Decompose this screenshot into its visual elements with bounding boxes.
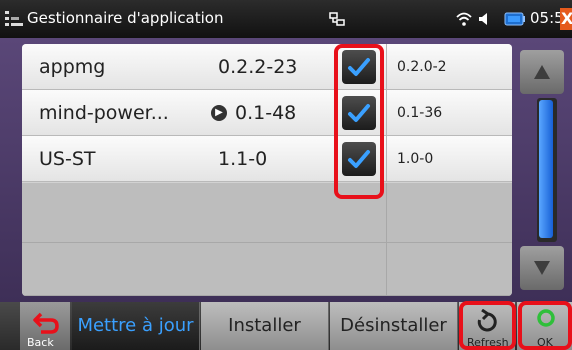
network-icon	[329, 12, 345, 26]
select-checkbox[interactable]	[342, 96, 376, 130]
window-title: Gestionnaire d'application	[27, 9, 224, 27]
details-arrow-icon[interactable]: ▶	[211, 105, 227, 121]
available-version: 0.2.0-2	[397, 59, 447, 75]
column-divider	[386, 44, 387, 90]
triangle-down-icon	[534, 261, 550, 275]
checkmark-icon	[348, 150, 370, 168]
battery-icon	[504, 12, 525, 26]
scroll-down-button[interactable]	[520, 246, 564, 290]
column-divider	[386, 243, 387, 295]
checkmark-icon	[348, 104, 370, 122]
installed-version: 1.1-0	[218, 148, 268, 170]
back-arrow-icon	[33, 312, 59, 334]
refresh-icon	[477, 309, 497, 332]
package-row[interactable]: US-ST 1.1-0 1.0-0	[22, 136, 512, 182]
package-name: US-ST	[39, 148, 96, 170]
tab-mettre-a-jour[interactable]: Mettre à jour	[72, 302, 200, 350]
triangle-up-icon	[534, 65, 550, 79]
refresh-button[interactable]: Refresh	[459, 302, 515, 350]
ok-button[interactable]: OK	[517, 302, 572, 350]
installed-version: 0.2.2-23	[218, 56, 298, 78]
checkmark-icon	[348, 58, 370, 76]
empty-row	[22, 243, 512, 296]
volume-icon	[479, 13, 487, 25]
scrollbar-thumb[interactable]	[539, 100, 553, 238]
close-icon[interactable]: X	[560, 8, 572, 30]
ok-circle-icon	[537, 309, 555, 327]
package-row[interactable]: mind-power... ▶ 0.1-48 0.1-36	[22, 90, 512, 136]
package-row[interactable]: appmg 0.2.2-23 0.2.0-2	[22, 44, 512, 90]
column-divider	[386, 136, 387, 182]
available-version: 1.0-0	[397, 151, 434, 167]
package-name: mind-power...	[39, 102, 169, 124]
empty-row	[22, 183, 512, 243]
select-checkbox[interactable]	[342, 50, 376, 84]
column-divider	[386, 90, 387, 136]
scroll-up-button[interactable]	[520, 50, 564, 94]
ok-label: OK	[537, 336, 553, 349]
back-label: Back	[27, 336, 54, 349]
status-bar: Gestionnaire d'application 05:53 X	[0, 0, 572, 38]
column-divider	[386, 183, 387, 242]
refresh-label: Refresh	[467, 336, 509, 349]
installed-version: 0.1-48	[235, 102, 297, 124]
tab-installer[interactable]: Installer	[201, 302, 329, 350]
select-checkbox[interactable]	[342, 142, 376, 176]
back-button[interactable]: Back	[20, 302, 70, 350]
package-name: appmg	[39, 56, 106, 78]
tab-desinstaller[interactable]: Désinstaller	[330, 302, 458, 350]
wifi-icon	[456, 12, 472, 26]
available-version: 0.1-36	[397, 105, 443, 121]
package-list: appmg 0.2.2-23 0.2.0-2 mind-power... ▶ 0…	[22, 44, 512, 296]
app-icon	[5, 11, 23, 26]
